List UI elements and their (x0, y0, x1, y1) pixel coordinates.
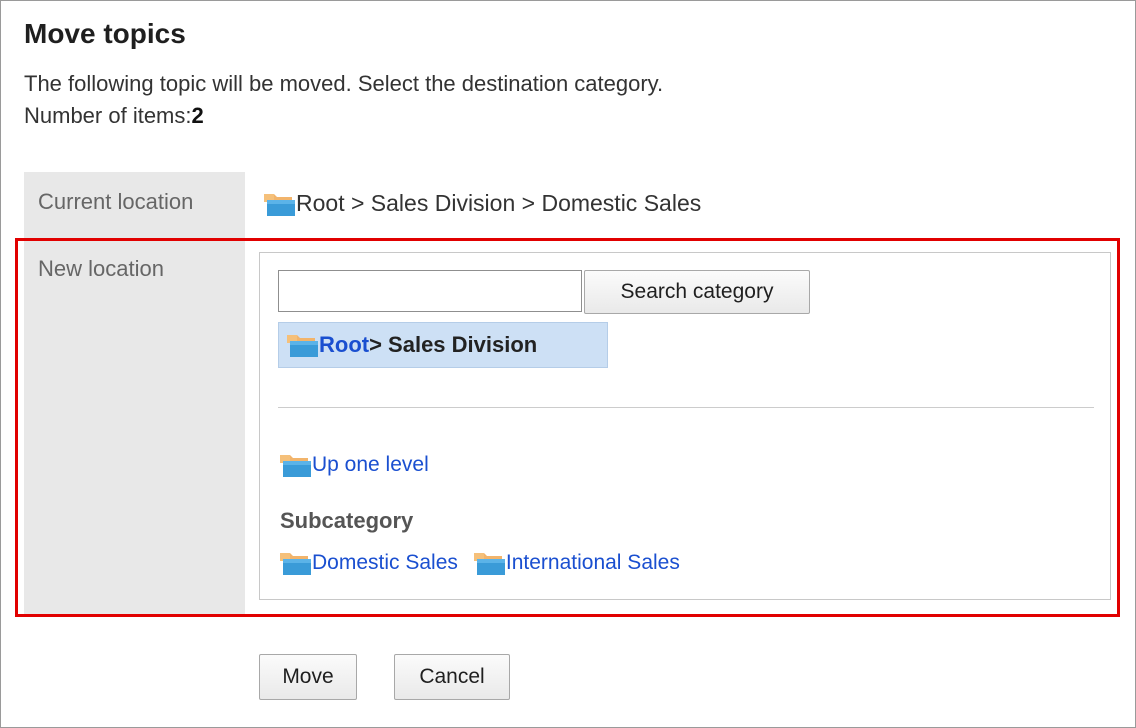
cancel-button[interactable]: Cancel (394, 654, 510, 700)
description-text: The following topic will be moved. Selec… (24, 71, 664, 96)
description: The following topic will be moved. Selec… (24, 68, 663, 132)
item-count-line: Number of items:2 (24, 100, 663, 132)
move-button[interactable]: Move (259, 654, 357, 700)
current-location-label: Current location (38, 189, 194, 214)
current-location-label-cell: Current location (24, 172, 245, 236)
folder-icon (262, 191, 296, 217)
current-location-path: Root > Sales Division > Domestic Sales (262, 190, 701, 217)
highlight-annotation-box (15, 238, 1120, 617)
item-count-value: 2 (191, 103, 204, 128)
item-count-label: Number of items: (24, 103, 192, 128)
current-location-text: Root > Sales Division > Domestic Sales (296, 190, 702, 216)
page-title: Move topics (24, 18, 186, 49)
